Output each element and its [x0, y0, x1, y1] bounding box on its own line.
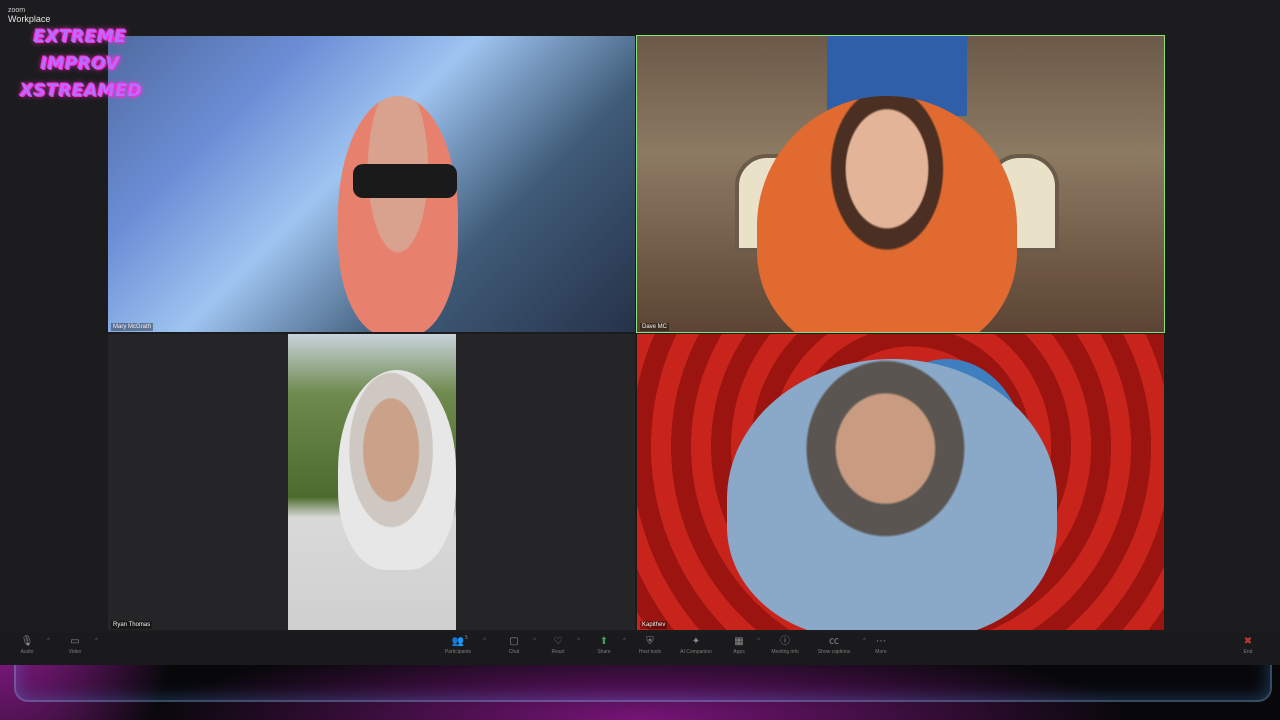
ai-companion-button[interactable]: ✦ AI Companion: [674, 635, 718, 663]
meeting-toolbar: 🎙 Audio ^ ▭ Video ^ 👥 Participants 5 ^ ▢…: [0, 633, 1280, 665]
audio-label: Audio: [20, 649, 34, 655]
participant-video: [338, 370, 456, 570]
video-camera-icon: ▭: [70, 636, 80, 647]
share-icon: ⬆: [599, 636, 609, 647]
participant-video: [757, 96, 1017, 332]
show-captions-label: Show captions: [817, 649, 851, 655]
sunglasses: [353, 164, 457, 198]
overlay-line: XSTREAMED: [20, 81, 142, 101]
overlay-line: IMPROV: [40, 54, 120, 74]
chevron-up-icon[interactable]: ^: [757, 638, 760, 644]
host-tools-button[interactable]: ⛨ Host tools: [634, 635, 666, 663]
ai-companion-label: AI Companion: [680, 649, 712, 655]
react-icon: ♡: [553, 636, 563, 647]
cc-icon: ㏄: [829, 636, 839, 647]
host-tools-label: Host tools: [638, 649, 662, 655]
chevron-up-icon[interactable]: ^: [623, 638, 626, 644]
brand-main: Workplace: [8, 14, 51, 24]
meeting-info-button[interactable]: ⓘ Meeting info: [766, 635, 804, 663]
end-icon: ✖: [1243, 636, 1253, 647]
sparkle-icon: ✦: [691, 636, 701, 647]
more-label: More: [875, 649, 887, 655]
apps-icon: ▦: [734, 636, 744, 647]
participant-name: Mary McGrath: [111, 323, 154, 331]
participant-video: [338, 96, 458, 332]
chevron-up-icon[interactable]: ^: [577, 638, 580, 644]
participants-label: Participants: [444, 649, 472, 655]
participants-button[interactable]: 👥 Participants 5 ^: [440, 635, 486, 663]
video-tile-dave[interactable]: Dave MC: [636, 35, 1165, 333]
apps-label: Apps: [733, 649, 745, 655]
stream-overlay-logo: EXTREME IMPROV XSTREAMED: [20, 24, 142, 105]
participant-name: Ryan Thomas: [111, 621, 153, 629]
chevron-up-icon[interactable]: ^: [863, 638, 866, 644]
info-icon: ⓘ: [780, 636, 790, 647]
more-icon: ⋯: [876, 636, 886, 647]
chat-icon: ▢: [509, 636, 519, 647]
participant-video: [727, 359, 1057, 630]
apps-button[interactable]: ▦ Apps ^: [728, 635, 760, 663]
video-label: Video: [68, 649, 82, 655]
portrait-video: [288, 334, 456, 630]
video-tile-mary[interactable]: Mary McGrath: [108, 36, 635, 332]
more-button[interactable]: ⋯ More: [870, 635, 892, 663]
video-tile-ryan[interactable]: Ryan Thomas: [108, 334, 635, 630]
video-tile-kapithev[interactable]: Kapithev: [637, 334, 1164, 630]
share-label: Share: [597, 649, 611, 655]
zoom-window: zoom Workplace Mary McGrath Dave MC Ryan…: [0, 0, 1280, 665]
shield-icon: ⛨: [646, 636, 654, 647]
show-captions-button[interactable]: ㏄ Show captions ^: [812, 635, 866, 663]
chevron-up-icon[interactable]: ^: [47, 638, 50, 644]
chevron-up-icon[interactable]: ^: [483, 638, 486, 644]
participants-count: 5: [465, 635, 468, 641]
share-button[interactable]: ⬆ Share ^: [592, 635, 626, 663]
participant-name: Dave MC: [640, 323, 670, 331]
chevron-up-icon[interactable]: ^: [533, 638, 536, 644]
app-brand: zoom Workplace: [8, 6, 50, 24]
react-button[interactable]: ♡ React ^: [546, 635, 580, 663]
audio-button[interactable]: 🎙 Audio ^: [14, 635, 50, 663]
overlay-line: EXTREME: [33, 27, 127, 47]
meeting-info-label: Meeting info: [771, 649, 799, 655]
react-label: React: [551, 649, 565, 655]
chat-button[interactable]: ▢ Chat ^: [502, 635, 536, 663]
chevron-up-icon[interactable]: ^: [95, 638, 98, 644]
participant-name: Kapithev: [640, 621, 668, 629]
end-label: End: [1243, 649, 1253, 655]
video-button[interactable]: ▭ Video ^: [62, 635, 98, 663]
participants-icon: 👥: [451, 636, 465, 647]
end-button[interactable]: ✖ End: [1238, 635, 1258, 663]
mic-icon: 🎙: [20, 636, 34, 647]
chat-label: Chat: [508, 649, 520, 655]
